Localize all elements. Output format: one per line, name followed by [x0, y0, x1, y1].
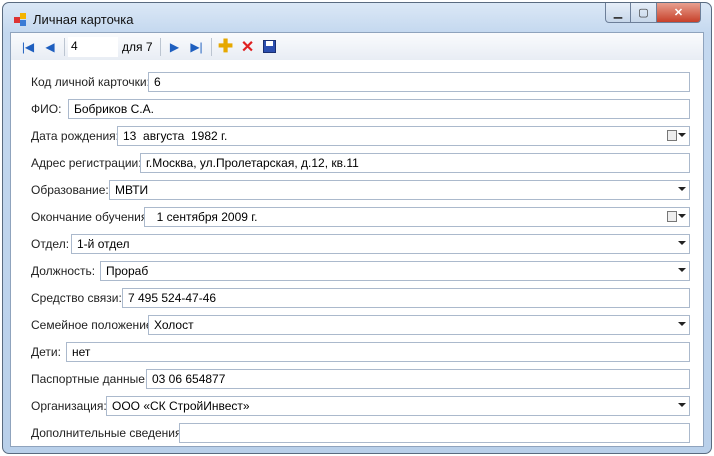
field-label: Образование:	[31, 183, 109, 197]
first-icon: |◀	[21, 39, 35, 54]
field-row: Семейное положение: Холост	[31, 315, 703, 335]
field-label: Отдел:	[31, 237, 70, 251]
plus-icon: ✚	[217, 36, 234, 56]
field-value: МВТИ	[115, 183, 149, 197]
date-picker[interactable]: 13 августа 1982 г.	[117, 126, 690, 146]
move-next-button[interactable]: ▶	[164, 36, 186, 58]
save-icon	[263, 40, 277, 53]
field-value: 13 августа 1982 г.	[123, 129, 228, 143]
field-label: Окончание обучения:	[31, 210, 151, 224]
previous-icon: ◀	[45, 39, 55, 54]
chevron-down-icon[interactable]	[678, 187, 686, 191]
form-client: |◀ ◀ 4 для 7 ▶ ▶| ✚ ✕ Код личной карточк…	[10, 32, 704, 447]
add-new-button[interactable]: ✚	[215, 36, 237, 58]
field-label: ФИО:	[31, 102, 62, 116]
field-row: Отдел: 1-й отдел	[31, 234, 703, 254]
chevron-down-icon[interactable]	[678, 268, 686, 272]
next-icon: ▶	[169, 39, 180, 54]
field-label: Паспортные данные:	[31, 372, 149, 386]
text-input[interactable]: Бобриков С.А.	[68, 99, 690, 119]
field-label: Дополнительные сведения:	[31, 426, 185, 440]
field-row: Окончание обучения: 1 сентября 2009 г.	[31, 207, 703, 227]
chevron-down-icon[interactable]	[678, 241, 686, 245]
field-row: Адрес регистрации: г.Москва, ул.Пролетарс…	[31, 153, 703, 173]
field-row: Код личной карточки: 6	[31, 72, 703, 92]
field-row: Организация: ООО «СК СтройИнвест»	[31, 396, 703, 416]
text-input[interactable]: 03 06 654877	[146, 369, 690, 389]
field-label: Дата рождения:	[31, 129, 119, 143]
field-row: Дети: нет	[31, 342, 703, 362]
calendar-icon[interactable]	[667, 130, 677, 141]
text-input[interactable]: 7 495 524-47-46	[122, 288, 690, 308]
field-row: ФИО: Бобриков С.А.	[31, 99, 703, 119]
field-value: 1 сентября 2009 г.	[150, 210, 258, 224]
field-value: 6	[154, 75, 161, 89]
field-label: Адрес регистрации:	[31, 156, 142, 170]
close-button[interactable]: ✕	[657, 3, 701, 23]
count-label: для 7	[122, 39, 153, 54]
field-row: Средство связи: 7 495 524-47-46	[31, 288, 703, 308]
delete-button[interactable]: ✕	[237, 36, 259, 58]
date-picker[interactable]: 1 сентября 2009 г.	[144, 207, 690, 227]
field-row: Паспортные данные: 03 06 654877	[31, 369, 703, 389]
field-label: Семейное положение:	[31, 318, 156, 332]
field-label: Средство связи:	[31, 291, 122, 305]
window: Личная карточка ▁ ▢ ✕ |◀ ◀ 4 для 7 ▶ ▶| …	[2, 2, 712, 454]
field-value: г.Москва, ул.Пролетарская, д.12, кв.11	[146, 156, 359, 170]
combo-box[interactable]: Холост	[148, 315, 690, 335]
field-label: Код личной карточки:	[31, 75, 150, 89]
field-label: Должность:	[31, 264, 96, 278]
field-value: Холост	[154, 318, 194, 332]
text-input[interactable]: нет	[66, 342, 690, 362]
field-value: Прораб	[106, 264, 149, 278]
move-first-button[interactable]: |◀	[17, 36, 39, 58]
field-value: 7 495 524-47-46	[128, 291, 217, 305]
move-previous-button[interactable]: ◀	[39, 36, 61, 58]
text-input[interactable]: г.Москва, ул.Пролетарская, д.12, кв.11	[140, 153, 690, 173]
combo-box[interactable]: 1-й отдел	[71, 234, 690, 254]
binding-navigator: |◀ ◀ 4 для 7 ▶ ▶| ✚ ✕	[11, 33, 703, 60]
field-value: ООО «СК СтройИнвест»	[112, 399, 250, 413]
delete-icon: ✕	[240, 38, 255, 56]
chevron-down-icon[interactable]	[678, 214, 686, 218]
calendar-icon[interactable]	[667, 211, 677, 222]
field-label: Дети:	[31, 345, 61, 359]
combo-box[interactable]: МВТИ	[109, 180, 690, 200]
field-label: Организация:	[31, 399, 107, 413]
minimize-button[interactable]: ▁	[605, 3, 631, 23]
field-row: Дополнительные сведения:	[31, 423, 703, 443]
move-last-button[interactable]: ▶|	[186, 36, 208, 58]
chevron-down-icon[interactable]	[678, 322, 686, 326]
position-input[interactable]: 4	[68, 36, 118, 57]
field-row: Должность: Прораб	[31, 261, 703, 281]
save-button[interactable]	[259, 36, 281, 58]
last-icon: ▶|	[190, 39, 203, 54]
field-row: Дата рождения: 13 августа 1982 г.	[31, 126, 703, 146]
field-value: Бобриков С.А.	[74, 102, 154, 116]
field-value: 03 06 654877	[152, 372, 226, 386]
text-input[interactable]	[179, 423, 690, 443]
chevron-down-icon[interactable]	[678, 403, 686, 407]
window-title: Личная карточка	[33, 12, 134, 27]
combo-box[interactable]: ООО «СК СтройИнвест»	[106, 396, 690, 416]
combo-box[interactable]: Прораб	[100, 261, 690, 281]
app-icon	[14, 13, 28, 27]
text-input[interactable]: 6	[148, 72, 690, 92]
chevron-down-icon[interactable]	[678, 133, 686, 137]
field-value: нет	[72, 345, 91, 359]
field-row: Образование: МВТИ	[31, 180, 703, 200]
field-value: 1-й отдел	[77, 237, 130, 251]
maximize-button[interactable]: ▢	[631, 3, 657, 23]
